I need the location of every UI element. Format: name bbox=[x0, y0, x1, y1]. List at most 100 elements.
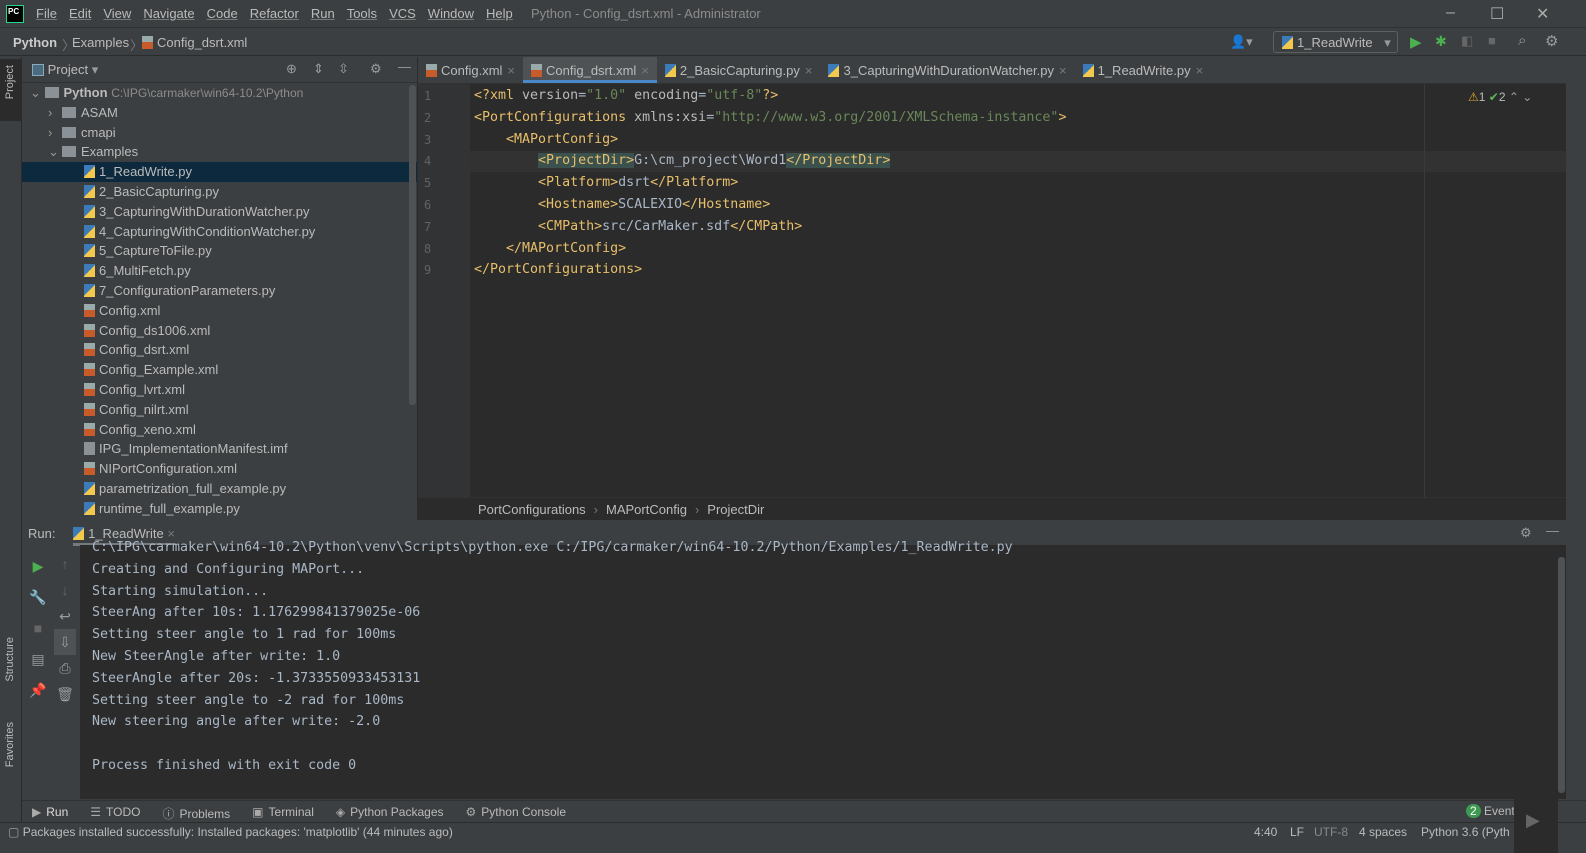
menu-run[interactable]: Run bbox=[311, 6, 335, 21]
locate-icon[interactable]: ⊕ bbox=[286, 61, 297, 77]
editor-tab[interactable]: 1_ReadWrite.py × bbox=[1075, 57, 1212, 83]
code-area[interactable]: <?xml version="1.0" encoding="utf-8"?> <P… bbox=[418, 84, 1566, 497]
print-icon[interactable]: ⎙ bbox=[54, 655, 76, 681]
interpreter-select[interactable]: Python 3.6 (Pyth bbox=[1421, 825, 1510, 839]
menu-view[interactable]: View bbox=[103, 6, 131, 21]
layout-icon[interactable]: ▤ bbox=[28, 644, 48, 675]
down-icon[interactable]: ↓ bbox=[54, 577, 76, 603]
project-tool-tab[interactable]: Project bbox=[4, 65, 16, 99]
tree-item[interactable]: 3_CapturingWithDurationWatcher.py bbox=[22, 202, 417, 222]
debug-icon[interactable]: ✱ bbox=[1435, 33, 1447, 50]
rerun-icon[interactable]: ▶ bbox=[28, 551, 48, 582]
overlay-widget[interactable]: ▶ bbox=[1514, 790, 1558, 853]
close-tab-icon[interactable]: × bbox=[641, 63, 649, 78]
settings-gear-icon[interactable]: ⚙ bbox=[1545, 32, 1558, 50]
editor-tab[interactable]: 3_CapturingWithDurationWatcher.py × bbox=[820, 57, 1074, 83]
user-icon[interactable]: 👤▾ bbox=[1230, 34, 1253, 50]
tree-item[interactable]: Config_lvrt.xml bbox=[22, 380, 417, 400]
gear-icon[interactable]: ⚙ bbox=[1520, 525, 1532, 541]
editor-breadcrumb[interactable]: ProjectDir bbox=[707, 502, 764, 517]
indent-setting[interactable]: 4 spaces bbox=[1359, 825, 1407, 839]
run-icon[interactable]: ▶ bbox=[1410, 33, 1422, 51]
maximize-icon[interactable]: ☐ bbox=[1490, 4, 1504, 24]
project-scrollbar[interactable] bbox=[409, 85, 416, 405]
editor-tab[interactable]: Config_dsrt.xml × bbox=[523, 57, 657, 83]
search-icon[interactable]: ⌕ bbox=[1518, 32, 1526, 49]
chevron-right-icon[interactable]: › bbox=[48, 103, 62, 123]
tool-tab-problems[interactable]: ⓘ Problems bbox=[162, 805, 230, 821]
line-separator[interactable]: LF bbox=[1290, 825, 1304, 839]
menu-file[interactable]: File bbox=[36, 6, 57, 21]
file-encoding[interactable]: UTF-8 bbox=[1314, 825, 1348, 839]
breadcrumb-python[interactable]: Python bbox=[13, 35, 57, 50]
tree-item[interactable]: 2_BasicCapturing.py bbox=[22, 182, 417, 202]
chevron-down-icon[interactable]: ⌄ bbox=[48, 142, 62, 162]
tree-item[interactable]: 6_MultiFetch.py bbox=[22, 261, 417, 281]
stop-icon[interactable]: ■ bbox=[28, 613, 48, 644]
tree-root[interactable]: ⌄ Python C:\IPG\carmaker\win64-10.2\Pyth… bbox=[22, 83, 417, 103]
trash-icon[interactable]: 🗑 bbox=[54, 681, 76, 707]
tree-item[interactable]: runtime_full_example.py bbox=[22, 499, 417, 519]
menu-navigate[interactable]: Navigate bbox=[143, 6, 194, 21]
tree-item[interactable]: Config_xeno.xml bbox=[22, 420, 417, 440]
close-tab-icon[interactable]: × bbox=[1196, 63, 1204, 78]
up-icon[interactable]: ↑ bbox=[54, 551, 76, 577]
tree-item[interactable]: Config_Example.xml bbox=[22, 360, 417, 380]
scroll-to-end-icon[interactable]: ⇩ bbox=[54, 629, 76, 655]
stop-icon[interactable]: ■ bbox=[1488, 33, 1496, 48]
structure-tool-tab[interactable]: Structure bbox=[4, 637, 16, 682]
hide-icon[interactable]: — bbox=[1546, 523, 1559, 538]
tree-item[interactable]: ⌄ Examples bbox=[22, 142, 417, 162]
tree-item[interactable]: IPG_ImplementationManifest.imf bbox=[22, 439, 417, 459]
wrench-icon[interactable]: 🔧 bbox=[28, 582, 48, 613]
editor-tab[interactable]: 2_BasicCapturing.py × bbox=[657, 57, 821, 83]
close-tab-icon[interactable]: × bbox=[1059, 63, 1067, 78]
tree-item[interactable]: › ASAM bbox=[22, 103, 417, 123]
breadcrumb-file[interactable]: Config_dsrt.xml bbox=[142, 35, 247, 50]
editor-breadcrumb[interactable]: MAPortConfig bbox=[606, 502, 687, 517]
chevron-right-icon[interactable]: › bbox=[48, 123, 62, 143]
collapse-all-icon[interactable]: ⇳ bbox=[338, 61, 349, 77]
hide-icon[interactable]: — bbox=[398, 59, 411, 74]
menu-code[interactable]: Code bbox=[207, 6, 238, 21]
tool-tab-terminal[interactable]: ▣ Terminal bbox=[252, 805, 314, 819]
menu-vcs[interactable]: VCS bbox=[389, 6, 416, 21]
run-configuration-select[interactable]: 1_ReadWrite ▾ bbox=[1273, 31, 1398, 53]
menu-edit[interactable]: Edit bbox=[69, 6, 91, 21]
inspection-widget[interactable]: ⚠1 ✔2 ⌃ ⌄ bbox=[1468, 90, 1532, 104]
gear-icon[interactable]: ⚙ bbox=[370, 61, 382, 77]
breadcrumb-examples[interactable]: Examples bbox=[72, 35, 129, 50]
tree-item[interactable]: Config_nilrt.xml bbox=[22, 400, 417, 420]
close-tab-icon[interactable]: × bbox=[805, 63, 813, 78]
editor-tab[interactable]: Config.xml × bbox=[418, 57, 523, 83]
tool-tab-python-packages[interactable]: ◈ Python Packages bbox=[336, 805, 444, 819]
tree-item[interactable]: 7_ConfigurationParameters.py bbox=[22, 281, 417, 301]
close-icon[interactable]: ✕ bbox=[1536, 4, 1549, 24]
console-scrollbar[interactable] bbox=[1558, 557, 1565, 793]
soft-wrap-icon[interactable]: ↩ bbox=[54, 603, 76, 629]
tree-item[interactable]: › cmapi bbox=[22, 123, 417, 143]
menu-tools[interactable]: Tools bbox=[347, 6, 377, 21]
menu-help[interactable]: Help bbox=[486, 6, 513, 21]
tree-item[interactable]: Config_ds1006.xml bbox=[22, 321, 417, 341]
tree-item[interactable]: Config_dsrt.xml bbox=[22, 340, 417, 360]
project-view-select[interactable]: Project bbox=[48, 62, 88, 77]
tree-item[interactable]: Config.xml bbox=[22, 301, 417, 321]
console-output[interactable]: C:\IPG\carmaker\win64-10.2\Python\venv\S… bbox=[80, 540, 1566, 799]
favorites-tool-tab[interactable]: Favorites bbox=[4, 722, 16, 767]
event-log-button[interactable]: 2 Event bbox=[1466, 804, 1515, 818]
coverage-icon[interactable]: ◧ bbox=[1461, 33, 1473, 49]
pin-icon[interactable]: 📌 bbox=[28, 675, 48, 706]
expand-all-icon[interactable]: ⇕ bbox=[313, 61, 324, 77]
editor-breadcrumb[interactable]: PortConfigurations bbox=[478, 502, 586, 517]
close-tab-icon[interactable]: × bbox=[507, 63, 515, 78]
tree-item[interactable]: NIPortConfiguration.xml bbox=[22, 459, 417, 479]
tool-tab-python-console[interactable]: ⚙ Python Console bbox=[466, 805, 567, 819]
menu-refactor[interactable]: Refactor bbox=[250, 6, 299, 21]
menu-window[interactable]: Window bbox=[428, 6, 474, 21]
tool-tab-run[interactable]: ▶ Run bbox=[32, 805, 68, 819]
tree-item[interactable]: 1_ReadWrite.py bbox=[22, 162, 417, 182]
tree-item[interactable]: parametrization_full_example.py bbox=[22, 479, 417, 499]
status-toggle-icon[interactable]: ▢ bbox=[8, 825, 19, 839]
tree-item[interactable]: 5_CaptureToFile.py bbox=[22, 241, 417, 261]
